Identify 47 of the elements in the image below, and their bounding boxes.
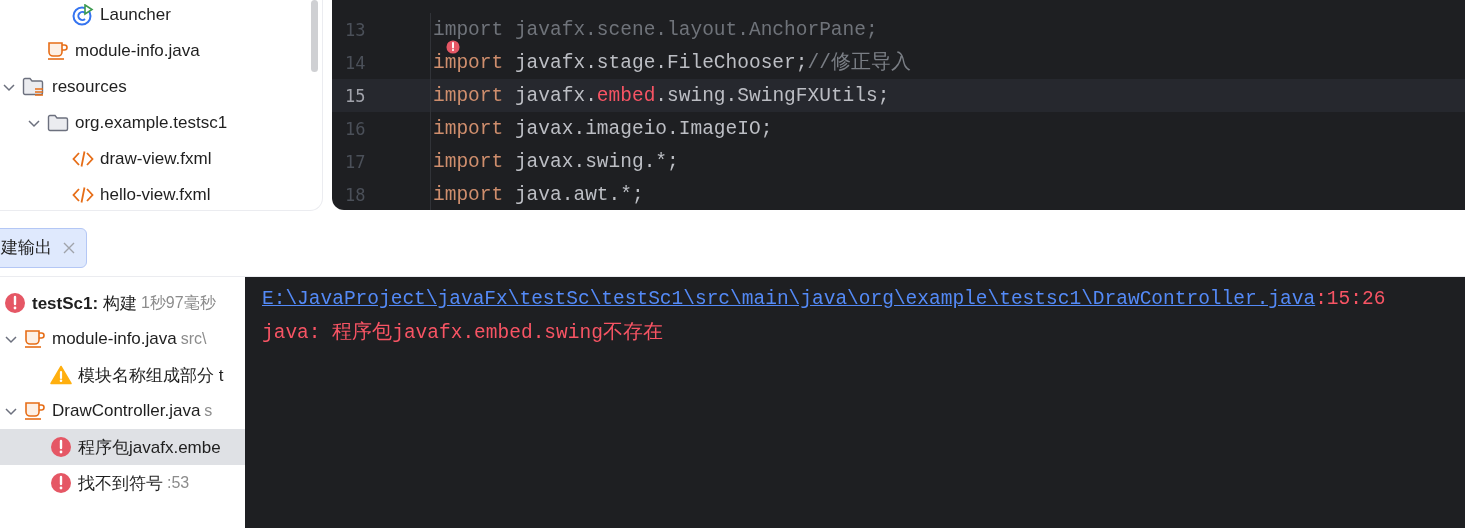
build-output-tab[interactable]: 建输出 [0,227,87,268]
build-message: 程序包javafx.embe [78,436,221,459]
code-tag-icon [72,186,94,204]
error-message: java: 程序包javafx.embed.swing不存在 [262,320,663,345]
cup-icon [47,41,69,61]
file-link[interactable]: E:\JavaProject\javaFx\testSc\testSc1\src\main\java\org\example\testsc1\DrawController.java [262,288,1316,310]
build-message-hint: 1秒97毫秒 [140,292,216,313]
build-message-hint: :53 [167,474,190,492]
build-message: 模块名称组成部分 t [78,364,224,387]
tree-item[interactable]: draw-view.fxml [100,149,212,169]
tree-item[interactable]: org.example.testsc1 [75,113,228,133]
code-line: import javafx.scene.layout.AnchorPane; [433,20,878,39]
code-line: import javax.swing.*; [433,152,679,171]
line-number: 15 [344,85,367,106]
code-line: import javafx.stage.FileChooser;//修正导入 [433,53,911,72]
cup-icon [24,329,46,349]
build-tree-row[interactable]: testSc1: 构建 1秒97毫秒 [0,285,245,321]
code-line: import javafx.embed.swing.SwingFXUtils; [433,86,890,105]
code-tag-icon [72,150,94,168]
build-tree-row[interactable]: DrawController.java s [0,393,245,429]
build-tree-row[interactable]: 找不到符号 :53 [0,465,245,501]
line-position: :15:26 [1315,288,1386,310]
build-tree-row[interactable]: 程序包javafx.embe [0,429,245,465]
tree-item[interactable]: module-info.java [75,41,200,61]
error-icon [50,472,72,494]
tree-item[interactable]: hello-view.fxml [100,185,211,205]
code-line: import javax.imageio.ImageIO; [433,119,773,138]
folder-icon [47,113,69,133]
build-message-hint: s [204,402,213,420]
build-message-hint: src\ [180,330,207,348]
warning-icon [50,365,72,385]
cup-icon [24,401,46,421]
tree-item[interactable]: Launcher [100,5,171,25]
error-marker-icon[interactable] [446,40,460,54]
build-message: testSc1: 构建 [32,292,137,315]
error-icon [4,292,26,314]
scrollbar-thumb[interactable] [311,0,318,72]
build-message: DrawController.java [52,401,201,421]
build-tree-row[interactable]: module-info.java src\ [0,321,245,357]
class-run-icon [72,4,94,26]
build-message: module-info.java [52,329,177,349]
build-tree-row[interactable]: 模块名称组成部分 t [0,357,245,393]
error-icon [50,436,72,458]
tree-item[interactable]: resources [52,77,127,97]
resource-folder-icon [22,77,46,97]
build-message: 找不到符号 [78,472,163,495]
code-line: import java.awt.*; [433,185,644,204]
